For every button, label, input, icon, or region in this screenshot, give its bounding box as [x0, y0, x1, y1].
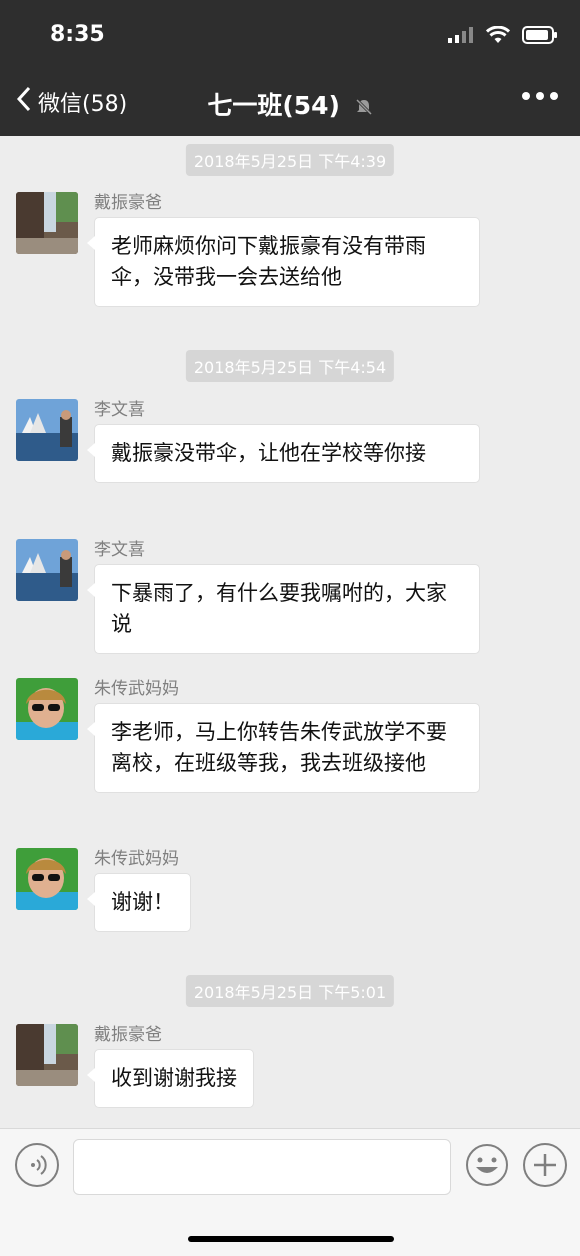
signal-icon: [448, 27, 474, 47]
timestamp: 2018年5月25日 下午5:01: [185, 975, 395, 1007]
battery-icon: [522, 26, 558, 48]
more-icon[interactable]: [522, 92, 558, 100]
avatar[interactable]: [16, 399, 78, 461]
avatar[interactable]: [16, 539, 78, 601]
sender-name: 戴振豪爸: [94, 1025, 162, 1045]
chat-header: 微信(58) 七一班(54): [0, 72, 580, 136]
plus-icon[interactable]: [523, 1143, 567, 1187]
status-bar: 8:35: [0, 0, 580, 72]
timestamp: 2018年5月25日 下午4:54: [185, 350, 395, 382]
message-bubble[interactable]: 下暴雨了，有什么要我嘱咐的，大家说: [87, 564, 480, 654]
sender-name: 李文喜: [94, 400, 145, 420]
timestamp: 2018年5月25日 下午4:39: [185, 144, 395, 176]
sender-name: 朱传武妈妈: [94, 849, 179, 869]
sender-name: 李文喜: [94, 540, 145, 560]
message-input[interactable]: [73, 1139, 451, 1195]
avatar[interactable]: [16, 848, 78, 910]
avatar[interactable]: [16, 1024, 78, 1086]
message-bubble[interactable]: 谢谢！: [87, 873, 191, 932]
home-indicator[interactable]: [188, 1236, 394, 1242]
chat-title-wrap: 七一班(54): [0, 86, 580, 122]
message-bubble[interactable]: 李老师，马上你转告朱传武放学不要离校，在班级等我，我去班级接他: [87, 703, 480, 793]
message-bubble[interactable]: 老师麻烦你问下戴振豪有没有带雨伞，没带我一会去送给他: [87, 217, 480, 307]
system-icons: [448, 25, 558, 48]
emoji-icon[interactable]: [465, 1143, 509, 1187]
message-bubble[interactable]: 收到谢谢我接: [87, 1049, 254, 1108]
chat-area[interactable]: 2018年5月25日 下午4:39 戴振豪爸 老师麻烦你问下戴振豪有没有带雨伞，…: [0, 136, 580, 1128]
avatar[interactable]: [16, 678, 78, 740]
voice-icon[interactable]: [15, 1143, 59, 1187]
chat-title: 七一班(54): [207, 91, 340, 120]
message-bubble[interactable]: 戴振豪没带伞，让他在学校等你接: [87, 424, 480, 483]
wifi-icon: [485, 25, 511, 48]
status-time: 8:35: [50, 22, 105, 47]
mute-bell-icon: [355, 93, 373, 122]
avatar[interactable]: [16, 192, 78, 254]
sender-name: 戴振豪爸: [94, 193, 162, 213]
sender-name: 朱传武妈妈: [94, 679, 179, 699]
